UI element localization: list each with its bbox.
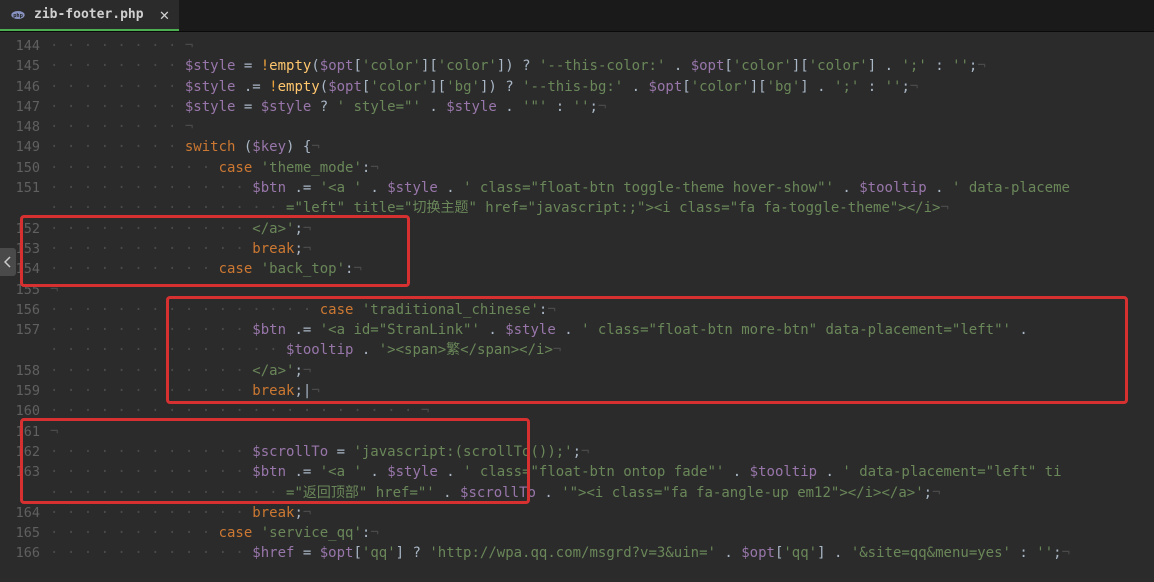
code-line[interactable]: · · · · · · · · · · · · break;¬ [50, 239, 1154, 259]
line-number: 164 [6, 503, 40, 523]
code-line[interactable]: · · · · · · · · · · · · · · ="left" titl… [50, 198, 1154, 218]
code-line[interactable]: · · · · · · · · $style = $style ? ' styl… [50, 97, 1154, 117]
code-area[interactable]: · · · · · · · · ¬· · · · · · · · $style … [50, 32, 1154, 582]
line-number: 159 [6, 381, 40, 401]
expand-handle-icon[interactable] [0, 248, 16, 276]
code-line[interactable]: · · · · · · · · · · case 'theme_mode':¬ [50, 158, 1154, 178]
line-number: 158 [6, 361, 40, 381]
tab-bar: php zib-footer.php ✕ [0, 0, 1154, 32]
line-number: 163 [6, 462, 40, 482]
code-line[interactable]: · · · · · · · · · · case 'service_qq':¬ [50, 523, 1154, 543]
line-number: 155 [6, 280, 40, 300]
line-number: 166 [6, 543, 40, 563]
code-line[interactable]: · · · · · · · · · · · · · · · · case 'tr… [50, 300, 1154, 320]
line-number: 156 [6, 300, 40, 320]
code-line[interactable]: · · · · · · · · · · · · break;¬ [50, 503, 1154, 523]
code-line[interactable]: · · · · · · · · · · · · break;|¬ [50, 381, 1154, 401]
line-number: 145 [6, 56, 40, 76]
line-number: 146 [6, 77, 40, 97]
code-line[interactable]: · · · · · · · · · · · · </a>';¬ [50, 361, 1154, 381]
code-line[interactable]: · · · · · · · · · · · · $href = $opt['qq… [50, 543, 1154, 563]
line-number [6, 198, 40, 218]
line-number: 165 [6, 523, 40, 543]
code-line[interactable]: · · · · · · · · · · · · $btn .= '<a ' . … [50, 462, 1154, 482]
line-number: 150 [6, 158, 40, 178]
code-line[interactable]: ¬ [50, 422, 1154, 442]
code-editor[interactable]: 1441451461471481491501511521531541551561… [0, 32, 1154, 582]
line-number [6, 483, 40, 503]
line-number [6, 340, 40, 360]
tab-filename: zib-footer.php [34, 7, 144, 22]
code-line[interactable]: · · · · · · · · · · · · · · ="返回顶部" href… [50, 483, 1154, 503]
line-number: 149 [6, 137, 40, 157]
line-number: 162 [6, 442, 40, 462]
code-line[interactable]: · · · · · · · · $style = !empty($opt['co… [50, 56, 1154, 76]
code-line[interactable]: · · · · · · · · $style .= !empty($opt['c… [50, 77, 1154, 97]
code-line[interactable]: · · · · · · · · switch ($key) {¬ [50, 137, 1154, 157]
code-line[interactable]: ¬ [50, 280, 1154, 300]
code-line[interactable]: · · · · · · · · · · · · · · · · · · · · … [50, 401, 1154, 421]
line-number: 148 [6, 117, 40, 137]
close-icon[interactable]: ✕ [160, 5, 170, 24]
php-file-icon: php [10, 7, 26, 23]
line-number: 157 [6, 320, 40, 340]
line-number: 147 [6, 97, 40, 117]
line-number: 160 [6, 401, 40, 421]
code-line[interactable]: · · · · · · · · · · · · $scrollTo = 'jav… [50, 442, 1154, 462]
line-number: 152 [6, 219, 40, 239]
line-number: 151 [6, 178, 40, 198]
svg-text:php: php [13, 13, 23, 19]
code-line[interactable]: · · · · · · · · · · · · $btn .= '<a id="… [50, 320, 1154, 340]
code-line[interactable]: · · · · · · · · · · case 'back_top':¬ [50, 259, 1154, 279]
code-line[interactable]: · · · · · · · · · · · · $btn .= '<a ' . … [50, 178, 1154, 198]
code-line[interactable]: · · · · · · · · · · · · </a>';¬ [50, 219, 1154, 239]
code-line[interactable]: · · · · · · · · · · · · · · $tooltip . '… [50, 340, 1154, 360]
line-number: 161 [6, 422, 40, 442]
file-tab[interactable]: php zib-footer.php ✕ [0, 0, 179, 31]
code-line[interactable]: · · · · · · · · ¬ [50, 36, 1154, 56]
line-number: 144 [6, 36, 40, 56]
line-number-gutter: 1441451461471481491501511521531541551561… [0, 32, 50, 582]
code-line[interactable]: · · · · · · · · ¬ [50, 117, 1154, 137]
